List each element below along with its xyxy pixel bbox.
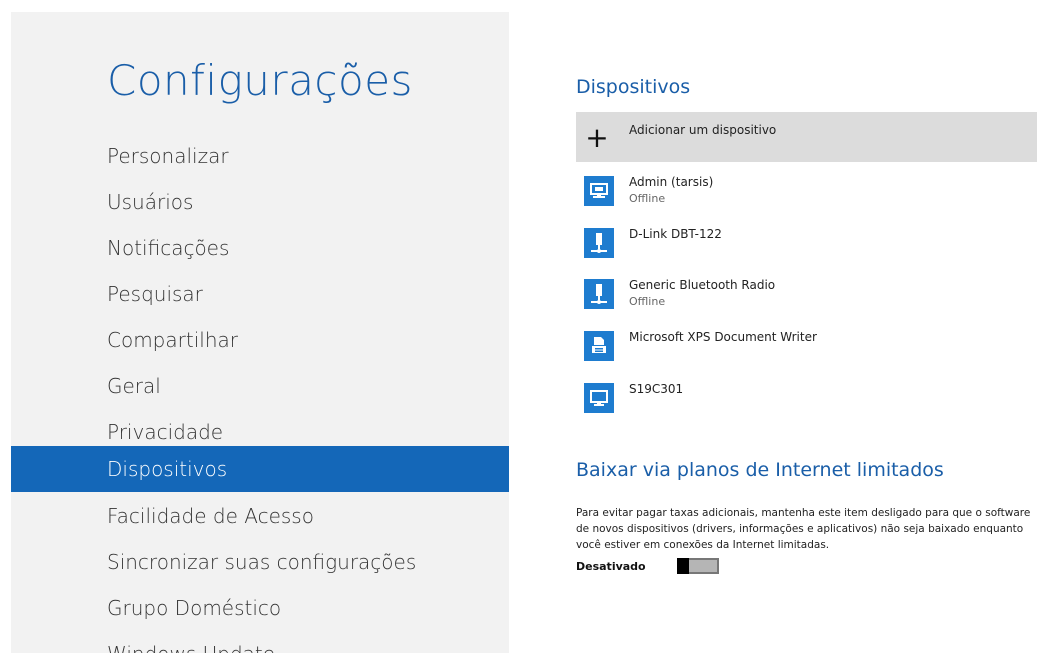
device-status: Offline: [629, 295, 666, 308]
printer-icon: [584, 331, 614, 361]
bluetooth-adapter-icon: [584, 228, 614, 258]
nav-item-grupo-domestico[interactable]: Grupo Doméstico: [11, 585, 509, 631]
device-item[interactable]: S19C301: [576, 377, 1037, 427]
nav-item-facilidade-de-acesso[interactable]: Facilidade de Acesso: [11, 493, 509, 539]
settings-sidebar: Configurações Personalizar Usuários Noti…: [11, 12, 509, 653]
plus-icon: +: [585, 120, 609, 154]
device-status: Offline: [629, 192, 666, 205]
device-name: Admin (tarsis): [629, 175, 714, 189]
nav-item-personalizar[interactable]: Personalizar: [11, 133, 509, 179]
device-item[interactable]: Microsoft XPS Document Writer: [576, 325, 1037, 375]
toggle-state-label: Desativado: [576, 560, 646, 573]
nav-item-pesquisar[interactable]: Pesquisar: [11, 271, 509, 317]
metered-section-title: Baixar via planos de Internet limitados: [576, 459, 944, 481]
device-item[interactable]: Admin (tarsis) Offline: [576, 170, 1037, 220]
nav-item-dispositivos[interactable]: Dispositivos: [11, 446, 509, 492]
metered-download-toggle[interactable]: [677, 558, 719, 574]
nav-item-notificacoes[interactable]: Notificações: [11, 225, 509, 271]
nav-item-windows-update[interactable]: Windows Update: [11, 631, 509, 653]
toggle-thumb[interactable]: [677, 558, 689, 574]
nav-item-geral[interactable]: Geral: [11, 363, 509, 409]
nav-item-compartilhar[interactable]: Compartilhar: [11, 317, 509, 363]
page-title: Configurações: [107, 56, 413, 105]
device-name: S19C301: [629, 382, 684, 396]
metered-description: Para evitar pagar taxas adicionais, mant…: [576, 507, 1031, 551]
device-item[interactable]: Generic Bluetooth Radio Offline: [576, 273, 1037, 323]
nav-item-usuarios[interactable]: Usuários: [11, 179, 509, 225]
nav-item-sincronizar[interactable]: Sincronizar suas configurações: [11, 539, 509, 585]
device-name: Generic Bluetooth Radio: [629, 278, 776, 292]
devices-section-title: Dispositivos: [576, 76, 691, 98]
add-device-button[interactable]: + Adicionar um dispositivo: [576, 112, 1037, 162]
computer-icon: [584, 176, 614, 206]
device-item[interactable]: D-Link DBT-122: [576, 222, 1037, 272]
monitor-icon: [584, 383, 614, 413]
add-device-label: Adicionar um dispositivo: [629, 123, 777, 137]
bluetooth-adapter-icon: [584, 279, 614, 309]
device-name: Microsoft XPS Document Writer: [629, 330, 817, 344]
device-name: D-Link DBT-122: [629, 227, 722, 241]
